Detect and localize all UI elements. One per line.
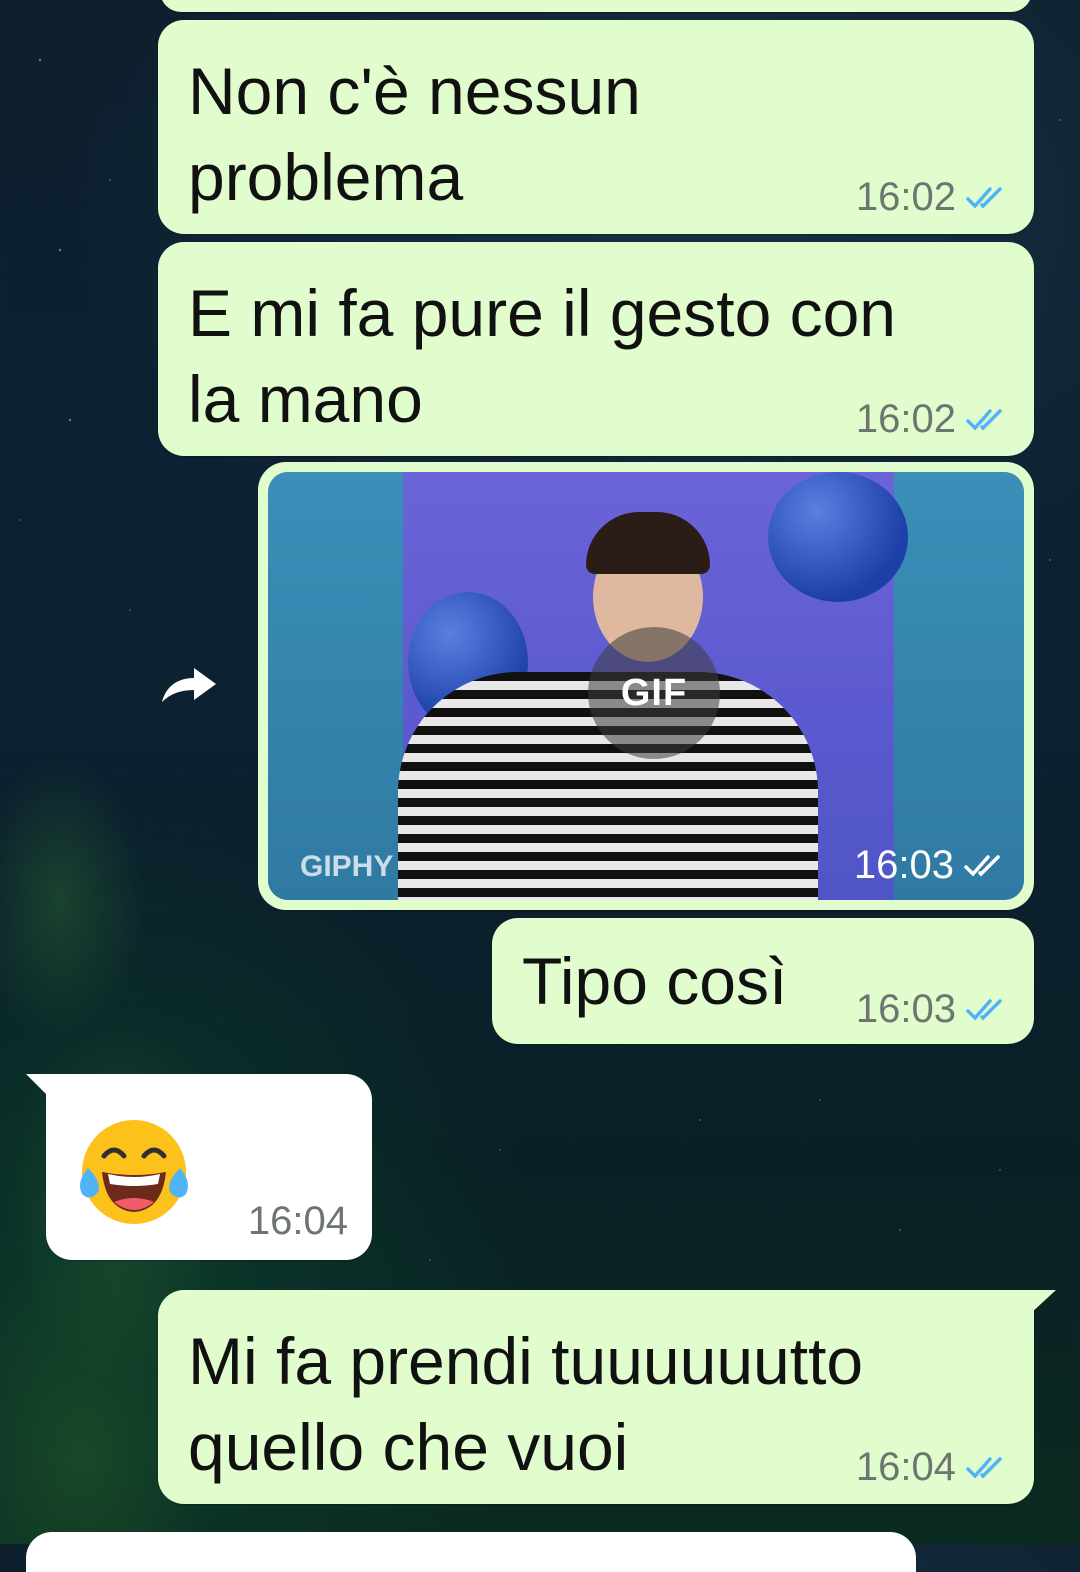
previous-message-fragment[interactable]: [160, 0, 1032, 12]
outgoing-message[interactable]: Tipo così 16:03: [492, 918, 1034, 1044]
message-meta: 16:03: [856, 987, 1008, 1032]
face-with-tears-of-joy-icon: [80, 1120, 188, 1224]
message-meta: 16:04: [248, 1199, 348, 1244]
gif-thumbnail[interactable]: GIF GIPHY 16:03: [268, 472, 1024, 900]
message-meta: 16:04: [856, 1445, 1008, 1490]
outgoing-message[interactable]: Mi fa prendi tuuuuuutto quello che vuoi …: [158, 1290, 1034, 1504]
message-meta: 16:02: [856, 175, 1008, 220]
bubble-tail: [1030, 1290, 1056, 1314]
giphy-watermark: GIPHY: [300, 850, 394, 883]
outgoing-message[interactable]: E mi fa pure il gesto con la mano 16:02: [158, 242, 1034, 456]
message-time: 16:03: [853, 843, 954, 887]
double-check-read-icon: [964, 854, 1000, 877]
bubble-tail: [26, 1074, 50, 1098]
message-meta: 16:03: [854, 843, 1006, 888]
balloon: [768, 472, 908, 602]
incoming-message[interactable]: 16:04: [46, 1074, 372, 1260]
message-time: 16:02: [855, 175, 956, 219]
message-time: 16:03: [855, 987, 956, 1031]
double-check-read-icon: [966, 408, 1002, 431]
forward-arrow-icon[interactable]: [160, 664, 218, 704]
message-text-line: E mi fa pure il gesto con: [188, 276, 897, 350]
message-time: 16:04: [855, 1445, 956, 1489]
next-message-fragment[interactable]: [26, 1532, 916, 1572]
gif-backdrop-right: [894, 472, 1024, 900]
gif-backdrop-left: [268, 472, 403, 900]
outgoing-message[interactable]: Non c'è nessun problema 16:02: [158, 20, 1034, 234]
message-meta: 16:02: [856, 397, 1008, 442]
message-time: 16:02: [855, 397, 956, 441]
message-time: 16:04: [247, 1199, 348, 1243]
double-check-read-icon: [966, 998, 1002, 1021]
gif-play-badge[interactable]: GIF: [588, 627, 720, 759]
message-text-line: Mi fa prendi tuuuuuutto: [188, 1324, 864, 1398]
double-check-read-icon: [966, 1456, 1002, 1479]
double-check-read-icon: [966, 186, 1002, 209]
message-text-line: Non c'è nessun: [188, 54, 641, 128]
gif-message[interactable]: GIF GIPHY 16:03: [258, 462, 1034, 910]
